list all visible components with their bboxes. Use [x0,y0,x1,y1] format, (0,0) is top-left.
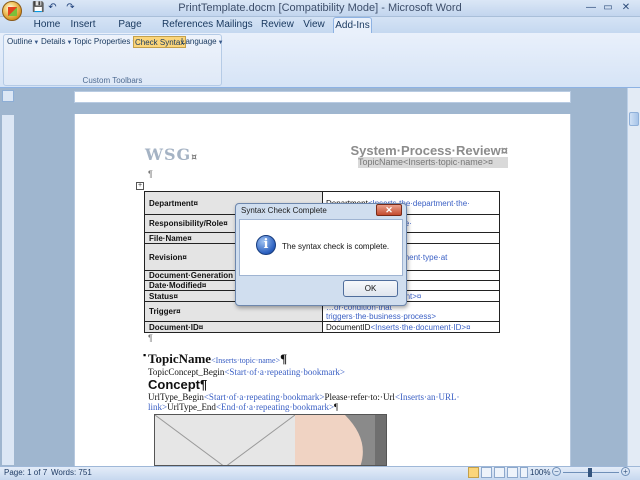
print-layout-view-icon[interactable] [468,467,479,478]
ribbon-group-label: Custom Toolbars [82,76,143,85]
word-count[interactable]: Words: 751 [51,468,92,477]
close-button[interactable]: ✕ [618,1,634,14]
vertical-ruler[interactable] [2,115,14,465]
details-label: Details [41,37,66,46]
logo-text: WSG [145,145,192,164]
field-code: UrlType_Begin [148,392,204,402]
details-button[interactable]: Details▼ [40,36,73,48]
tab-insert[interactable]: Insert [68,17,98,33]
web-layout-view-icon[interactable] [494,467,505,478]
paragraph-mark: ¶ [334,402,339,412]
zoom-slider-thumb[interactable] [588,468,592,477]
field-hint: link> [148,402,168,412]
field-code: UrlType_End [167,402,216,412]
paragraph-mark: ¶ [148,333,153,343]
concept-heading: Concept¶ [148,377,208,392]
paragraph-mark: ¶ [280,351,288,366]
outline-label: Outline [7,37,33,46]
horizontal-ruler[interactable] [74,91,571,103]
company-logo: WSG¤ [145,145,198,164]
zoom-out-icon[interactable]: − [552,467,561,476]
refer-text: Please·refer·to:· [324,392,383,402]
field-code: DocumentID [326,322,371,332]
table-row: Document·ID¤ DocumentID<Inserts·the·docum… [144,321,500,333]
envelope-picture-icon [155,415,386,465]
field-hint: <Start·of·a·repeating·bookmark> [203,392,325,402]
outline-view-icon[interactable] [507,467,518,478]
dialog-title: Syntax Check Complete [241,206,327,215]
logo-mark: ¤ [191,153,198,163]
field-hint: <Inserts·an·URL· [394,392,460,402]
field-code: TopicName [148,351,212,366]
maximize-button[interactable]: ▭ [600,1,616,14]
page-count[interactable]: Page: 1 of 7 [4,468,47,477]
paragraph-mark: ¶ [148,169,153,179]
table-value[interactable]: DocumentID<Inserts·the·document·ID>¤ [322,321,500,333]
window-title: PrintTemplate.docm [Compatibility Mode] … [178,2,462,14]
dialog-message: The syntax check is complete. [282,242,390,251]
field-hint: <Inserts·the·document·ID>¤ [370,322,471,332]
field-hint: <End·of·a·repeating·bookmark> [215,402,335,412]
language-button[interactable]: Language▼ [180,36,225,48]
tab-selector-icon[interactable] [2,90,14,102]
field-code: TopicConcept_Begin [148,367,225,377]
topic-name-line[interactable]: TopicName<Inserts·topic·name>¶ [148,351,287,367]
topic-properties-label: Topic Properties [73,37,131,46]
tab-review[interactable]: Review [261,17,294,33]
draft-view-icon[interactable] [520,467,528,478]
topic-concept-line[interactable]: TopicConcept_Begin<Start·of·a·repeating·… [148,367,345,377]
tab-view[interactable]: View [302,17,326,33]
bullet-icon: ▪ [143,350,147,360]
tab-add-ins[interactable]: Add-Ins [333,17,372,33]
zoom-in-icon[interactable]: + [621,467,630,476]
table-move-handle-icon[interactable]: + [136,182,144,190]
field-hint: <Start·of·a·repeating·bookmark> [224,367,345,377]
chevron-down-icon: ▼ [33,40,40,46]
scrollbar-thumb[interactable] [629,112,639,126]
url-type-line[interactable]: UrlType_Begin<Start·of·a·repeating·bookm… [148,392,460,402]
page-heading: System·Process·Review¤ [350,143,508,158]
check-syntax-button[interactable]: Check Syntax [133,36,187,48]
topic-name-field[interactable]: TopicName<Inserts·topic·name>¤ [358,157,508,168]
tab-references[interactable]: References [162,17,213,33]
url-type-end-line[interactable]: link>UrlType_End<End·of·a·repeating·book… [148,402,338,412]
field-hint: <Inserts·topic·name> [211,356,281,365]
embedded-image[interactable] [154,414,387,466]
outline-button[interactable]: Outline▼ [6,36,40,48]
tab-mailings[interactable]: Mailings [216,17,253,33]
zoom-level[interactable]: 100% [530,468,550,477]
dialog-close-icon[interactable]: ✕ [376,204,402,216]
minimize-button[interactable]: — [583,1,599,14]
table-label: Document·ID¤ [144,321,323,333]
tab-home[interactable]: Home [33,17,61,33]
language-label: Language [181,37,217,46]
topic-properties-button[interactable]: Topic Properties▼ [72,36,138,48]
chevron-down-icon: ▼ [217,40,224,46]
field-code: Url [382,392,395,402]
full-screen-reading-view-icon[interactable] [481,467,492,478]
tab-page-layout[interactable]: Page Layout [106,17,154,46]
vertical-scrollbar[interactable] [627,88,640,466]
office-button-icon[interactable] [2,1,22,21]
info-icon: i [256,235,276,255]
ok-button[interactable]: OK [343,280,398,297]
